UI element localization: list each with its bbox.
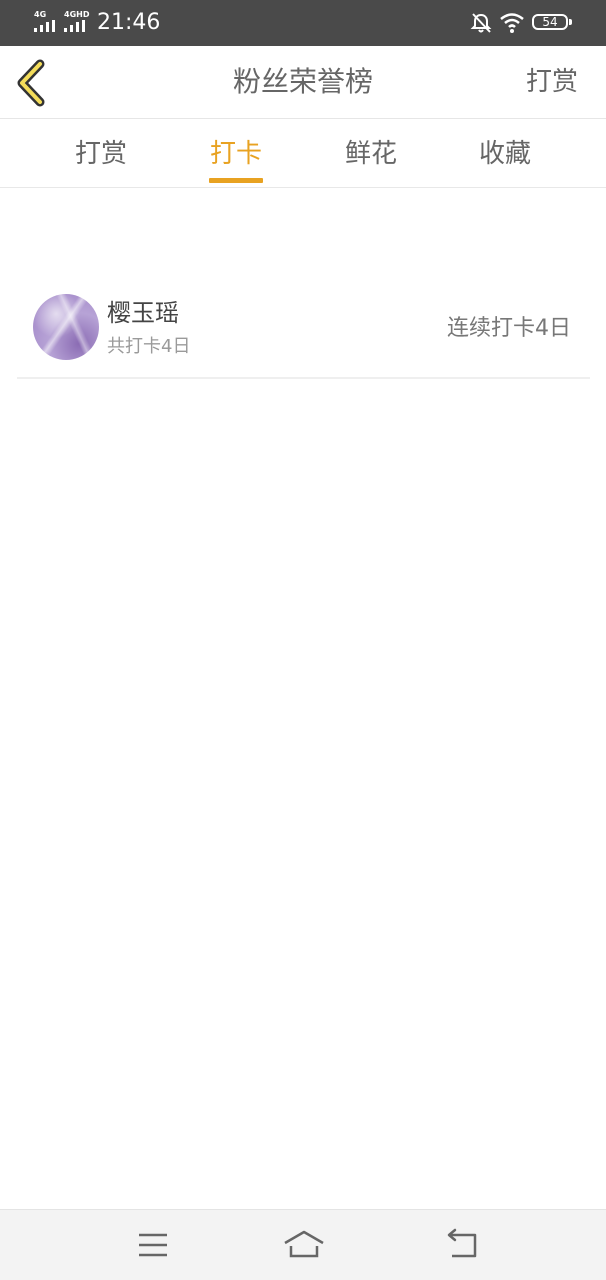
back-icon: [447, 1228, 477, 1258]
avatar[interactable]: [33, 294, 99, 360]
tab-indicator: [209, 178, 263, 183]
signal-2-label: 4GHD: [64, 10, 90, 19]
page-title: 粉丝荣誉榜: [232, 65, 373, 98]
signal-1-label: 4G: [34, 10, 47, 19]
wifi-icon: [500, 13, 524, 33]
back-nav-button[interactable]: [440, 1228, 484, 1262]
header: 粉丝荣誉榜 打赏: [0, 46, 606, 119]
mute-bell-icon: [470, 13, 492, 33]
home-button[interactable]: [282, 1228, 326, 1262]
battery-icon: 54: [532, 14, 568, 30]
menu-button[interactable]: [131, 1228, 175, 1262]
nav-bar: [0, 1209, 606, 1280]
user-total-checkins: 共打卡4日: [107, 336, 191, 357]
tab-checkin[interactable]: 打卡: [176, 137, 296, 171]
reward-button[interactable]: 打赏: [526, 64, 578, 100]
tab-flowers[interactable]: 鲜花: [311, 137, 431, 171]
list-item[interactable]: 樱玉瑶 共打卡4日 连续打卡4日: [17, 288, 590, 379]
battery-tip: [569, 19, 572, 25]
screen: 4G 4GHD 21:46 54 粉丝荣誉榜 打赏 打赏 打卡 鲜花 收藏 樱玉…: [0, 0, 606, 1280]
status-bar: 4G 4GHD 21:46 54: [0, 0, 606, 46]
user-streak: 连续打卡4日: [447, 316, 571, 341]
status-time: 21:46: [97, 10, 161, 35]
battery-level: 54: [542, 15, 558, 29]
tab-bar: 打赏 打卡 鲜花 收藏: [0, 119, 606, 188]
tab-reward[interactable]: 打赏: [41, 137, 161, 171]
home-icon: [284, 1230, 324, 1258]
user-name: 樱玉瑶: [107, 299, 179, 327]
tab-favorites[interactable]: 收藏: [445, 137, 565, 171]
menu-icon: [139, 1233, 167, 1257]
